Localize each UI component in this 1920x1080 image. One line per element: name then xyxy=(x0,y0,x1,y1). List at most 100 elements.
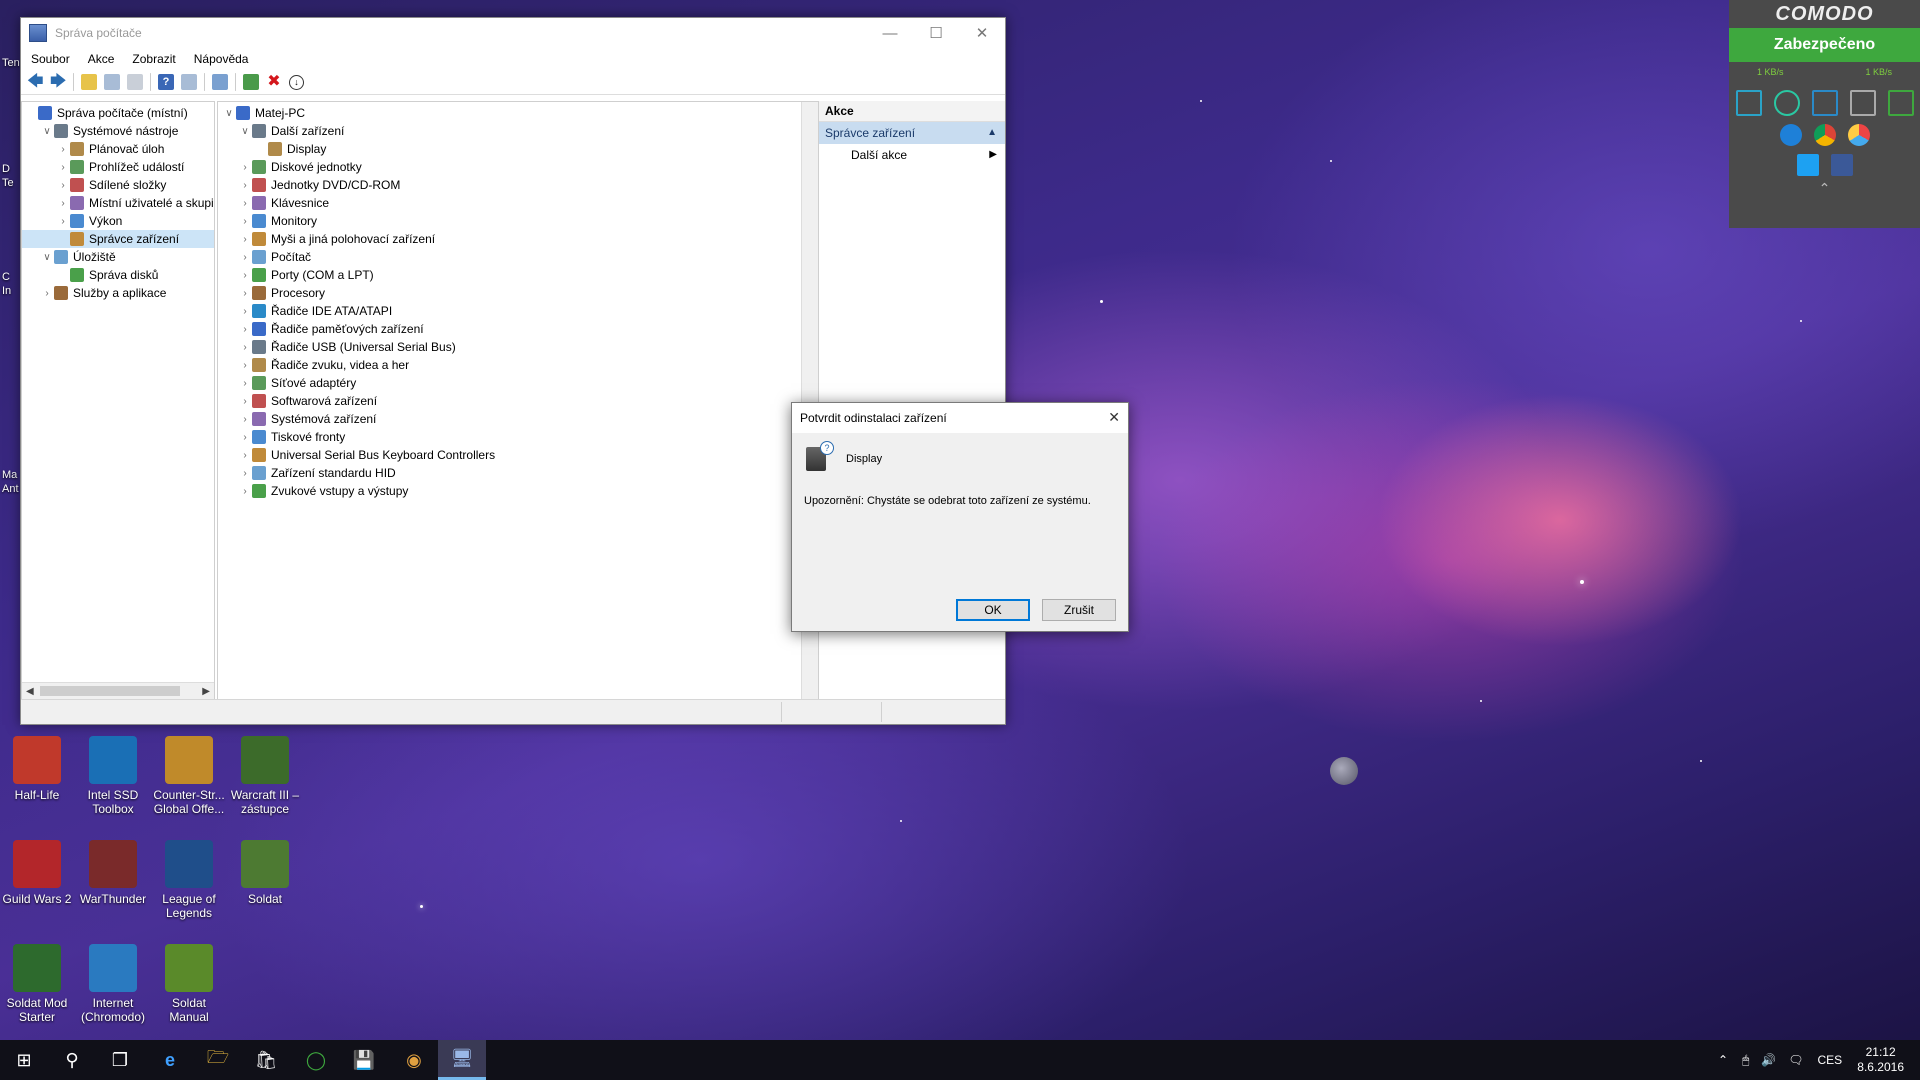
update-driver-icon[interactable] xyxy=(243,74,259,90)
secure-shopping-icon[interactable] xyxy=(1887,90,1914,116)
collapsed-chevron-icon[interactable]: › xyxy=(238,162,252,173)
maximize-button[interactable]: ☐ xyxy=(913,18,959,48)
xbox-icon[interactable]: ◯ xyxy=(302,1046,330,1074)
collapsed-chevron-icon[interactable]: › xyxy=(238,396,252,407)
desktop-shortcut[interactable]: League of Legends xyxy=(152,840,226,920)
menu-view[interactable]: Zobrazit xyxy=(132,52,175,66)
collapsed-chevron-icon[interactable]: › xyxy=(238,378,252,389)
menu-file[interactable]: Soubor xyxy=(31,52,70,66)
collapsed-chevron-icon[interactable]: › xyxy=(56,216,70,227)
desktop-shortcut[interactable]: Half-Life xyxy=(0,736,74,802)
scroll-left-icon[interactable]: ◀ xyxy=(26,686,34,697)
collapsed-chevron-icon[interactable]: › xyxy=(56,162,70,173)
device-tree-item[interactable]: › Klávesnice xyxy=(218,194,818,212)
chrome-icon[interactable] xyxy=(1813,124,1836,146)
desktop-shortcut[interactable]: Soldat xyxy=(228,840,302,906)
comodo-status[interactable]: Zabezpečeno xyxy=(1729,28,1920,62)
action-center-icon[interactable]: 🗨 xyxy=(1788,1053,1803,1067)
desktop-shortcut[interactable]: Warcraft III – zástupce xyxy=(228,736,302,816)
collapsed-chevron-icon[interactable]: › xyxy=(238,306,252,317)
device-tree-item[interactable]: › Procesory xyxy=(218,284,818,302)
scroll-thumb[interactable] xyxy=(40,686,180,696)
ok-button[interactable]: OK xyxy=(956,599,1030,621)
collapsed-chevron-icon[interactable]: › xyxy=(238,216,252,227)
scan-download-icon[interactable]: ↓ xyxy=(289,74,304,90)
collapse-up-icon[interactable]: ▲ xyxy=(987,122,997,144)
console-tree-item[interactable]: ∨ Systémové nástroje xyxy=(22,122,214,140)
file-explorer-icon[interactable]: 🗁 xyxy=(204,1046,232,1074)
desktop-shortcut[interactable]: Intel SSD Toolbox xyxy=(76,736,150,816)
device-tree-item[interactable]: › Tiskové fronty xyxy=(218,428,818,446)
facebook-icon[interactable] xyxy=(1830,154,1853,176)
device-tree-item[interactable]: › Počítač xyxy=(218,248,818,266)
console-tree-item[interactable]: Správa počítače (místní) xyxy=(22,104,214,122)
console-tree-item[interactable]: › Sdílené složky xyxy=(22,176,214,194)
chromodo-icon[interactable] xyxy=(1847,124,1870,146)
volume-icon[interactable]: 🔊 xyxy=(1761,1053,1776,1067)
collapsed-chevron-icon[interactable]: › xyxy=(56,198,70,209)
dialog-close-icon[interactable]: ✕ xyxy=(1108,409,1120,426)
scan-icon[interactable] xyxy=(1773,90,1800,116)
minimize-button[interactable]: — xyxy=(867,18,913,48)
scroll-right-icon[interactable]: ▶ xyxy=(202,686,210,697)
save-disk-icon[interactable]: 💾 xyxy=(350,1046,378,1074)
device-tree-item[interactable]: › Systémová zařízení xyxy=(218,410,818,428)
collapsed-chevron-icon[interactable]: › xyxy=(238,288,252,299)
twitter-icon[interactable] xyxy=(1796,154,1819,176)
actions-section-device-manager[interactable]: Správce zařízení ▲ xyxy=(819,122,1005,144)
up-folder-icon[interactable] xyxy=(81,74,97,90)
device-tree-item[interactable]: › Řadiče IDE ATA/ATAPI xyxy=(218,302,818,320)
collapsed-chevron-icon[interactable]: › xyxy=(238,198,252,209)
desktop-shortcut[interactable]: Soldat Mod Starter xyxy=(0,944,74,1024)
device-tree-item[interactable]: › Monitory xyxy=(218,212,818,230)
language-indicator[interactable]: CES xyxy=(1817,1053,1842,1067)
computer-management-taskbar-icon[interactable]: 🖥 xyxy=(438,1040,486,1080)
expanded-chevron-icon[interactable]: ∨ xyxy=(40,252,54,263)
expanded-chevron-icon[interactable]: ∨ xyxy=(222,108,236,119)
more-actions-item[interactable]: Další akce ▶ xyxy=(819,144,1005,166)
forward-arrow-icon[interactable]: 🡆 xyxy=(50,74,67,90)
device-tree-item[interactable]: › Diskové jednotky xyxy=(218,158,818,176)
console-tree-item[interactable]: Správce zařízení xyxy=(22,230,214,248)
collapsed-chevron-icon[interactable]: › xyxy=(238,252,252,263)
desktop-shortcut[interactable]: WarThunder xyxy=(76,840,150,906)
cancel-button[interactable]: Zrušit xyxy=(1042,599,1116,621)
collapsed-chevron-icon[interactable]: › xyxy=(238,324,252,335)
device-tree-item[interactable]: › Síťové adaptéry xyxy=(218,374,818,392)
search-icon[interactable]: ⚲ xyxy=(58,1046,86,1074)
chromodo-icon[interactable]: ◉ xyxy=(400,1046,428,1074)
expanded-chevron-icon[interactable]: ∨ xyxy=(40,126,54,137)
tray-expand-icon[interactable]: ⌃ xyxy=(1718,1053,1728,1067)
device-tree-item[interactable]: › Universal Serial Bus Keyboard Controlle… xyxy=(218,446,818,464)
dialog-title-bar[interactable]: Potvrdit odinstalaci zařízení ✕ xyxy=(792,403,1128,433)
console-tree-item[interactable]: Správa disků xyxy=(22,266,214,284)
menu-help[interactable]: Nápověda xyxy=(194,52,249,66)
collapse-chevron-icon[interactable]: ⌃ xyxy=(1729,180,1920,197)
collapsed-chevron-icon[interactable]: › xyxy=(238,234,252,245)
properties-icon[interactable] xyxy=(127,74,143,90)
console-tree-item[interactable]: › Výkon xyxy=(22,212,214,230)
desktop-shortcut[interactable]: Internet (Chromodo) xyxy=(76,944,150,1024)
console-tree-item[interactable]: › Služby a aplikace xyxy=(22,284,214,302)
collapsed-chevron-icon[interactable]: › xyxy=(56,180,70,191)
collapsed-chevron-icon[interactable]: › xyxy=(238,432,252,443)
console-tree-item[interactable]: › Místní uživatelé a skupiny xyxy=(22,194,214,212)
console-tree-item[interactable]: ∨ Úložiště xyxy=(22,248,214,266)
clock[interactable]: 21:12 8.6.2016 xyxy=(1857,1045,1904,1075)
device-tree-item[interactable]: › Zařízení standardu HID xyxy=(218,464,818,482)
collapsed-chevron-icon[interactable]: › xyxy=(238,342,252,353)
collapsed-chevron-icon[interactable]: › xyxy=(56,144,70,155)
device-tree-item[interactable]: ∨ Matej-PC xyxy=(218,104,818,122)
device-tree-item[interactable]: › Softwarová zařízení xyxy=(218,392,818,410)
network-icon[interactable]: 🖱 xyxy=(1742,1053,1749,1068)
collapsed-chevron-icon[interactable]: › xyxy=(238,360,252,371)
collapsed-chevron-icon[interactable]: › xyxy=(40,288,54,299)
device-tree-item[interactable]: ∨ Další zařízení xyxy=(218,122,818,140)
start-windows-icon[interactable]: ⊞ xyxy=(10,1046,38,1074)
device-tree-item[interactable]: › Myši a jiná polohovací zařízení xyxy=(218,230,818,248)
collapsed-chevron-icon[interactable]: › xyxy=(238,450,252,461)
back-arrow-icon[interactable]: 🡄 xyxy=(27,74,44,90)
horizontal-scrollbar[interactable]: ◀ ▶ xyxy=(22,682,214,699)
store-icon[interactable]: 🛍 xyxy=(252,1046,280,1074)
edge-icon[interactable]: e xyxy=(156,1046,184,1074)
